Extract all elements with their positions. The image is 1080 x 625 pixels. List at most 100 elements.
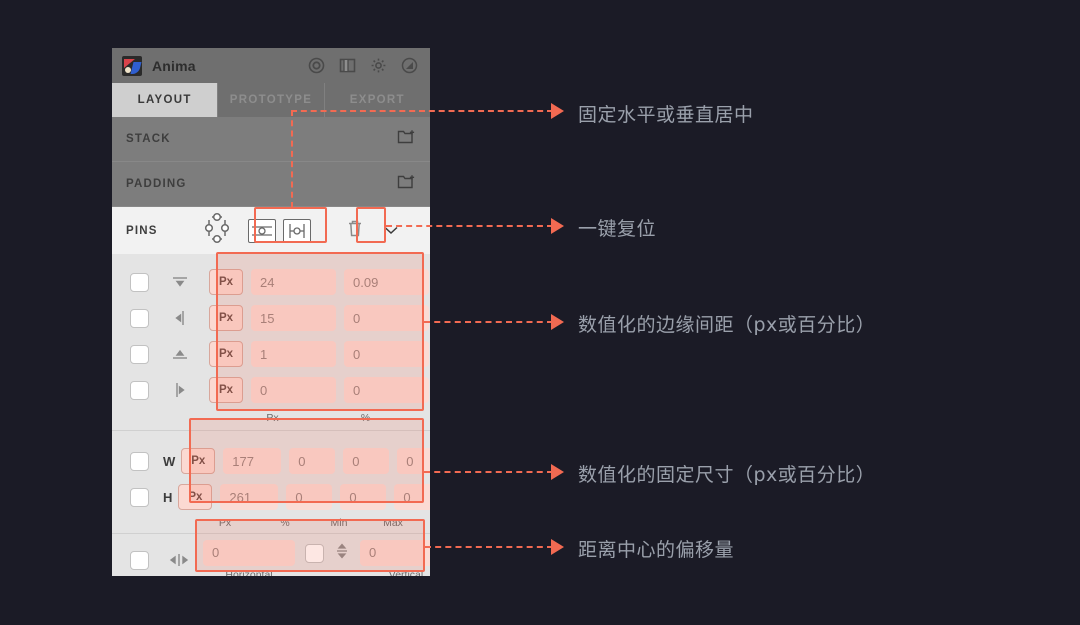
pin-rows: Px 24 0.09 Px 15 0 Px 1 0 Px 0 0 Px % [112, 254, 430, 430]
pin-left-px-input[interactable]: 0 [251, 377, 336, 403]
pin-left-icon [169, 380, 191, 400]
height-min-input[interactable]: 0 [340, 484, 387, 510]
pin-right-unit[interactable]: Px [209, 305, 243, 331]
pin-top-px-input[interactable]: 24 [251, 269, 336, 295]
width-percent-input[interactable]: 0 [289, 448, 336, 474]
pin-column-labels: Px % [112, 412, 430, 424]
connector-line [291, 110, 553, 112]
pin-bottom-unit[interactable]: Px [209, 341, 243, 367]
height-percent-input[interactable]: 0 [286, 484, 333, 510]
pin-top-percent-input[interactable]: 0.09 [344, 269, 429, 295]
annotation-text: 一键复位 [578, 218, 657, 240]
pin-row: Px 0 0 [112, 372, 430, 408]
section-padding-label: PADDING [126, 178, 187, 190]
connector-arrow [551, 218, 564, 234]
add-folder-icon[interactable] [397, 173, 416, 195]
connector-line [291, 110, 293, 208]
offset-checkbox[interactable] [130, 550, 149, 570]
disable-circle-icon[interactable] [401, 57, 418, 74]
pin-row: Px 1 0 [112, 336, 430, 372]
offset-row: 0 Horizontal 0 Vertical [112, 534, 430, 576]
pin-right-checkbox[interactable] [130, 308, 149, 328]
tab-layout[interactable]: LAYOUT [112, 83, 219, 117]
annotation-text: 数值化的固定尺寸（px或百分比） [578, 464, 876, 486]
connector-arrow [551, 464, 564, 480]
pin-row: Px 24 0.09 [112, 264, 430, 300]
pin-bottom-px-input[interactable]: 1 [251, 341, 336, 367]
annotation-text: 距离中心的偏移量 [578, 539, 735, 561]
header-icon-group [308, 57, 418, 74]
height-checkbox[interactable] [130, 487, 149, 507]
pin-left-percent-input[interactable]: 0 [344, 377, 429, 403]
width-min-input[interactable]: 0 [343, 448, 390, 474]
pin-right-percent-input[interactable]: 0 [344, 305, 429, 331]
connector-line [425, 546, 553, 548]
target-icon[interactable] [308, 57, 325, 74]
updown-stepper-icon[interactable] [334, 541, 350, 566]
gear-icon[interactable] [370, 57, 387, 74]
width-checkbox[interactable] [130, 451, 149, 471]
center-offset-icon [167, 550, 189, 570]
section-stack[interactable]: STACK [112, 117, 430, 162]
app-title: Anima [152, 57, 196, 74]
pin-left-unit[interactable]: Px [209, 377, 243, 403]
height-fields: Px 261 0 0 0 [178, 484, 430, 510]
pin-top-checkbox[interactable] [130, 272, 149, 292]
size-col-min-label: Min [330, 517, 348, 529]
pin-top-fields: Px 24 0.09 [209, 269, 429, 295]
connector-line [386, 225, 553, 227]
connector-arrow [551, 314, 564, 330]
connector-arrow [551, 539, 564, 555]
anima-logo-icon [122, 55, 142, 76]
height-max-input[interactable]: 0 [394, 484, 430, 510]
anima-plugin-panel: Anima LAYOUT PROTOTYPE EXPORT STACK PADD… [112, 48, 430, 576]
size-row: W Px 177 0 0 0 [112, 443, 430, 479]
connector-line [424, 321, 553, 323]
pin-col-percent-label: % [360, 412, 371, 424]
section-stack-label: STACK [126, 133, 171, 145]
center-buttons-group [244, 216, 315, 246]
pin-right-fields: Px 15 0 [209, 305, 429, 331]
height-unit[interactable]: Px [178, 484, 213, 510]
offset-vertical-input[interactable]: 0 [360, 539, 430, 566]
panel-body: Px 24 0.09 Px 15 0 Px 1 0 Px 0 0 Px % W … [112, 254, 430, 576]
width-label: W [163, 453, 176, 469]
offset-link-checkbox[interactable] [305, 543, 324, 563]
height-label: H [163, 489, 173, 505]
trash-icon[interactable] [341, 215, 369, 247]
connector-arrow [551, 103, 564, 119]
pin-left-fields: Px 0 0 [209, 377, 429, 403]
pin-anchor-icon[interactable] [200, 212, 234, 249]
center-horizontal-button[interactable] [282, 218, 311, 243]
pin-bottom-fields: Px 1 0 [209, 341, 429, 367]
section-pins-label: PINS [126, 224, 158, 237]
height-px-input[interactable]: 261 [220, 484, 279, 510]
pin-left-checkbox[interactable] [130, 380, 149, 400]
pin-top-icon [169, 272, 191, 292]
pin-row: Px 15 0 [112, 300, 430, 336]
offset-horizontal-input[interactable]: 0 [203, 539, 295, 566]
offset-vertical-label: Vertical [388, 568, 424, 577]
offset-fields: 0 Horizontal 0 Vertical [203, 539, 430, 577]
pin-col-px-label: Px [266, 412, 279, 424]
size-col-px-label: Px [218, 517, 232, 529]
connector-line [424, 471, 553, 473]
pin-right-px-input[interactable]: 15 [251, 305, 336, 331]
size-column-labels: Px % Min Max [112, 517, 430, 529]
section-padding[interactable]: PADDING [112, 162, 430, 207]
size-rows: W Px 177 0 0 0 H Px 261 0 0 0 Px % Min M… [112, 431, 430, 533]
pin-bottom-percent-input[interactable]: 0 [344, 341, 429, 367]
pin-right-icon [169, 308, 191, 328]
width-px-input[interactable]: 177 [223, 448, 282, 474]
width-unit[interactable]: Px [181, 448, 216, 474]
pin-bottom-icon [169, 344, 191, 364]
size-col-percent-label: % [280, 517, 290, 529]
size-row: H Px 261 0 0 0 [112, 479, 430, 515]
size-col-max-label: Max [383, 517, 403, 529]
offset-horizontal-label: Horizontal [225, 568, 273, 577]
add-folder-icon[interactable] [397, 128, 416, 150]
split-panel-icon[interactable] [339, 57, 356, 74]
pin-top-unit[interactable]: Px [209, 269, 243, 295]
pin-bottom-checkbox[interactable] [130, 344, 149, 364]
center-vertical-button[interactable] [247, 218, 276, 243]
